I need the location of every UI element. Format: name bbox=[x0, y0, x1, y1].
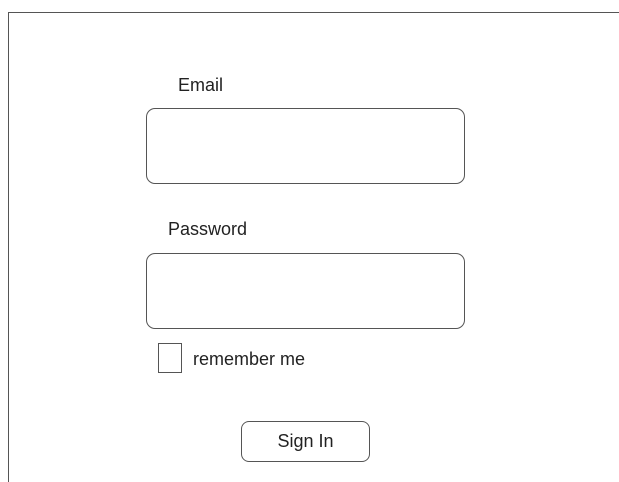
remember-me-checkbox[interactable] bbox=[158, 343, 182, 373]
password-label: Password bbox=[168, 219, 248, 239]
email-label: Email bbox=[178, 75, 224, 95]
sign-in-button[interactable]: Sign In bbox=[241, 421, 370, 462]
email-field[interactable] bbox=[146, 108, 465, 184]
password-field[interactable] bbox=[146, 253, 465, 329]
remember-me-label[interactable]: remember me bbox=[193, 349, 305, 369]
window-frame bbox=[8, 12, 619, 482]
